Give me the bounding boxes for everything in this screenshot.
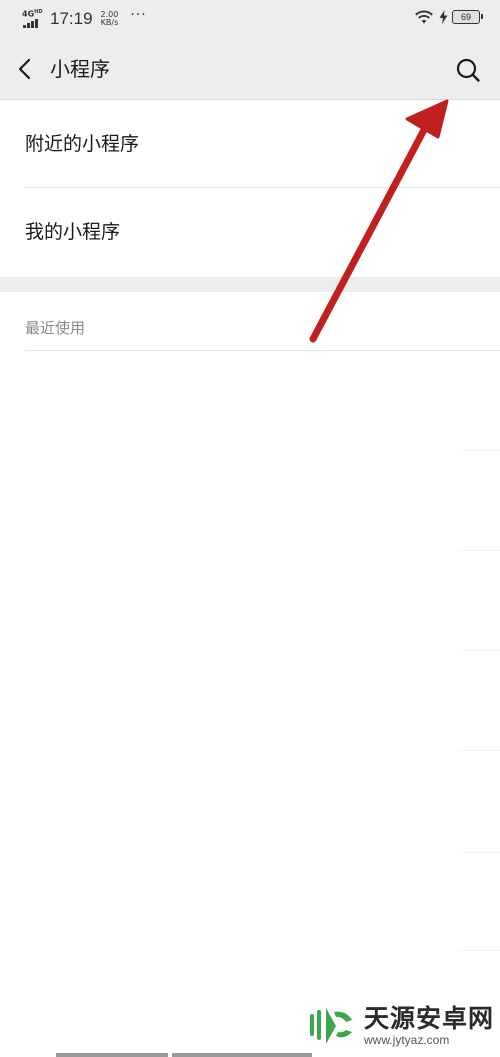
bottom-edge-bar [56,1053,168,1057]
search-icon [456,58,480,82]
recent-section-header: 最近使用 [25,319,86,337]
watermark-text: 天源安卓网 www.jytyaz.com [364,1004,495,1048]
back-button[interactable] [10,54,40,84]
section-separator [0,277,500,292]
divider [460,852,500,853]
android-logo-icon [310,1008,352,1044]
signal-indicator: 4GHD [22,8,46,30]
menu-item-my-mini-programs[interactable]: 我的小程序 [0,188,500,276]
status-right: 69 [413,9,483,25]
network-hd-label: HD [34,9,43,15]
network-speed: 2.00 KB/s [101,11,119,27]
battery-icon: 69 [452,10,483,24]
divider [25,350,500,351]
signal-bars-icon [23,19,38,28]
watermark-name: 天源安卓网 [364,1004,495,1033]
menu-item-label: 我的小程序 [25,221,121,243]
network-type-label: 4G [22,9,35,19]
divider [460,550,500,551]
menu-item-label: 附近的小程序 [25,133,140,155]
chevron-left-icon [18,58,31,80]
divider [460,950,500,951]
more-notifications-icon: ··· [130,7,147,23]
status-left: 4GHD 17:19 2.00 KB/s ··· [22,7,147,30]
watermark-url: www.jytyaz.com [364,1033,450,1047]
network-speed-unit: KB/s [100,18,119,27]
bottom-edge-bar [172,1053,312,1057]
menu-list: 附近的小程序 我的小程序 [0,100,500,276]
nav-bar: 小程序 [0,40,500,100]
search-button[interactable] [452,54,484,86]
charging-bolt-icon [439,10,448,24]
status-bar: 4GHD 17:19 2.00 KB/s ··· 69 [0,0,500,40]
wifi-icon [415,10,433,24]
divider [460,650,500,651]
battery-level: 69 [460,12,471,22]
divider [460,750,500,751]
network-type: 4GHD [22,8,42,19]
status-time: 17:19 [50,9,93,28]
divider [460,450,500,451]
watermark: 天源安卓网 www.jytyaz.com [306,1000,496,1052]
mini-programs-screen: 4GHD 17:19 2.00 KB/s ··· 69 小程序 附近的小程序 我… [0,0,500,1057]
menu-item-nearby-mini-programs[interactable]: 附近的小程序 [0,100,500,188]
page-title: 小程序 [50,57,110,81]
